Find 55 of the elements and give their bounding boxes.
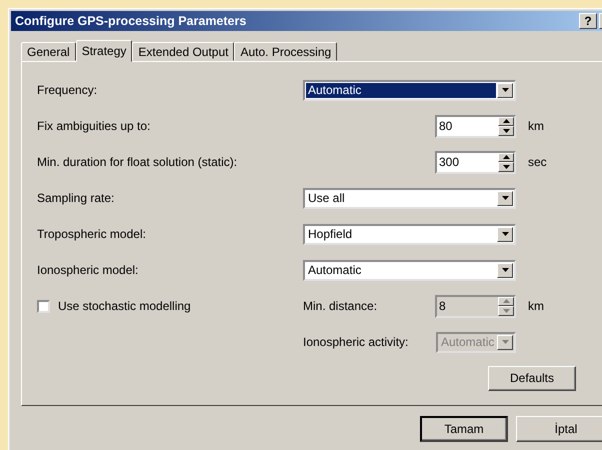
- cancel-button[interactable]: İptal: [516, 416, 602, 442]
- window-title: Configure GPS-processing Parameters: [15, 14, 248, 28]
- spin-down-button[interactable]: [498, 126, 514, 136]
- spin-value: 80: [438, 119, 454, 133]
- dropdown-button[interactable]: [497, 190, 513, 206]
- dropdown-value: Hopfield: [307, 226, 354, 242]
- field-label: Ionospheric activity:: [303, 335, 408, 349]
- field-label: Fix ambiguities up to:: [37, 119, 152, 133]
- field-label: Sampling rate:: [37, 191, 116, 205]
- dropdown[interactable]: Automatic: [303, 80, 516, 100]
- checkbox-label: Use stochastic modelling: [58, 299, 191, 313]
- tab[interactable]: General: [21, 42, 76, 61]
- spin-value: 8: [438, 299, 447, 313]
- dropdown-value: Automatic: [307, 262, 362, 278]
- dropdown[interactable]: Automatic: [303, 260, 516, 280]
- ok-button[interactable]: Tamam: [420, 416, 508, 442]
- down-arrow-icon: [502, 128, 510, 133]
- dropdown-value: Automatic: [440, 334, 496, 350]
- spin-up-button[interactable]: [498, 152, 514, 162]
- spin-down-button[interactable]: [498, 162, 514, 172]
- field-label: Ionospheric model:: [37, 263, 140, 277]
- down-arrow-icon: [502, 232, 508, 236]
- spin-field[interactable]: 300: [435, 150, 516, 174]
- unit-label: km: [527, 299, 545, 313]
- unit-label: km: [527, 119, 545, 133]
- field-label: Min. distance:: [303, 299, 378, 313]
- down-arrow-icon: [502, 268, 508, 272]
- down-arrow-icon: [502, 308, 510, 313]
- down-arrow-icon: [502, 340, 508, 344]
- up-arrow-icon: [502, 299, 510, 304]
- help-button[interactable]: ?: [579, 13, 597, 29]
- tab[interactable]: Strategy: [76, 40, 132, 62]
- spin-field[interactable]: 80: [435, 114, 516, 138]
- dropdown-value: Automatic: [306, 82, 496, 98]
- field-label: Tropospheric model:: [37, 227, 147, 241]
- spin-value: 300: [438, 155, 460, 169]
- up-arrow-icon: [502, 155, 510, 160]
- spin-up-button[interactable]: [498, 116, 514, 126]
- dropdown[interactable]: Hopfield: [303, 224, 516, 244]
- tab[interactable]: Extended Output: [132, 42, 234, 61]
- tab[interactable]: Auto. Processing: [234, 42, 338, 61]
- dropdown-button[interactable]: [497, 82, 513, 98]
- dropdown[interactable]: Use all: [303, 188, 516, 208]
- dropdown-value: Use all: [307, 190, 346, 206]
- field-label: Frequency:: [37, 83, 98, 97]
- dropdown-button[interactable]: [497, 262, 513, 278]
- defaults-button[interactable]: Defaults: [488, 366, 576, 390]
- checkbox[interactable]: [37, 300, 50, 312]
- down-arrow-icon: [502, 88, 508, 92]
- down-arrow-icon: [502, 164, 510, 169]
- up-arrow-icon: [502, 119, 510, 124]
- dropdown-button[interactable]: [497, 226, 513, 242]
- down-arrow-icon: [502, 196, 508, 200]
- field-label: Min. duration for float solution (static):: [37, 155, 238, 169]
- unit-label: sec: [527, 155, 548, 169]
